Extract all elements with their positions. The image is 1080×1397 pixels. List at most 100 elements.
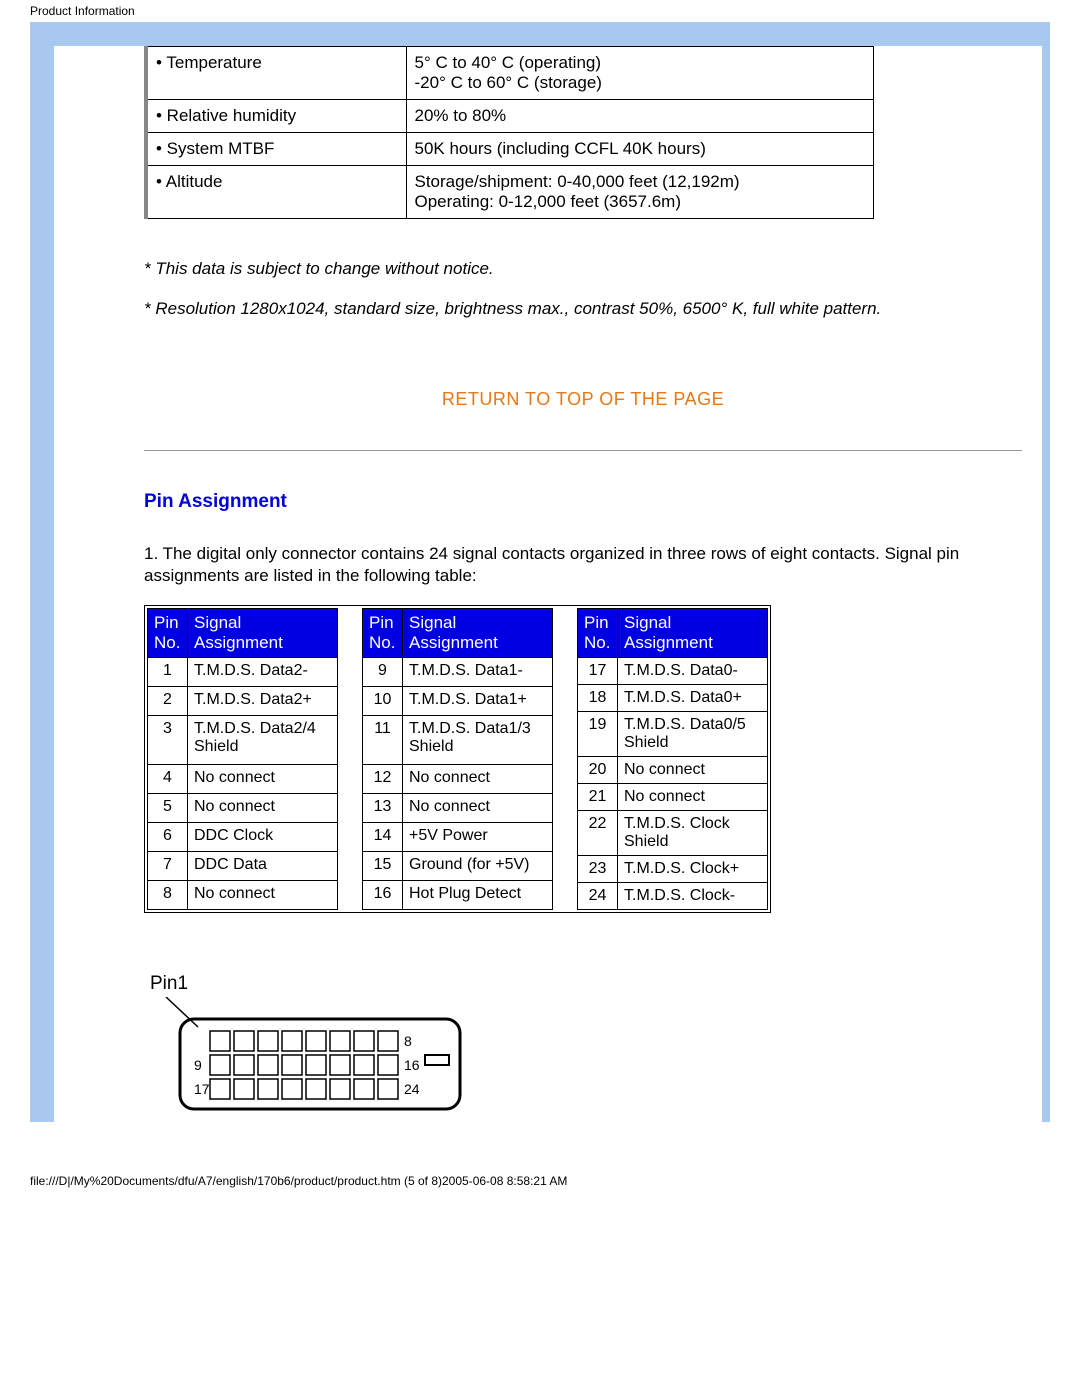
connector-diagram: 8 9 16 17 24 <box>150 997 1022 1122</box>
pin-number: 8 <box>148 881 188 910</box>
pin-number: 6 <box>148 822 188 851</box>
spec-value: 5° C to 40° C (operating) -20° C to 60° … <box>406 47 874 100</box>
table-row: 4No connect <box>148 764 338 793</box>
divider <box>144 450 1022 451</box>
pin-signal: T.M.D.S. Data0/5 Shield <box>618 712 768 757</box>
table-row: 2T.M.D.S. Data2+ <box>148 687 338 716</box>
pin-signal: T.M.D.S. Data1+ <box>403 687 553 716</box>
table-row: 8No connect <box>148 881 338 910</box>
pin-number: 14 <box>363 822 403 851</box>
pin-header-signal: SignalAssignment <box>403 609 553 658</box>
pin-signal: T.M.D.S. Data2/4 Shield <box>188 716 338 764</box>
pin-header-signal: SignalAssignment <box>188 609 338 658</box>
return-to-top-link[interactable]: RETURN TO TOP OF THE PAGE <box>442 389 724 409</box>
pin-signal: T.M.D.S. Data0- <box>618 658 768 685</box>
spec-value: Storage/shipment: 0-40,000 feet (12,192m… <box>406 166 874 219</box>
table-row: 15Ground (for +5V) <box>363 851 553 880</box>
pin-header-no: PinNo. <box>148 609 188 658</box>
pin-number: 11 <box>363 716 403 764</box>
spec-label: • System MTBF <box>146 133 406 166</box>
header-title: Product Information <box>30 4 135 18</box>
table-row: 20No connect <box>578 757 768 784</box>
svg-text:16: 16 <box>404 1057 420 1073</box>
table-row: 11T.M.D.S. Data1/3 Shield <box>363 716 553 764</box>
table-row: 3T.M.D.S. Data2/4 Shield <box>148 716 338 764</box>
content-frame: • Temperature5° C to 40° C (operating) -… <box>30 22 1050 1122</box>
pin-signal: T.M.D.S. Clock+ <box>618 856 768 883</box>
spec-label: • Relative humidity <box>146 100 406 133</box>
table-row: 9T.M.D.S. Data1- <box>363 658 553 687</box>
table-row: 23T.M.D.S. Clock+ <box>578 856 768 883</box>
pin-signal: T.M.D.S. Data1/3 Shield <box>403 716 553 764</box>
spec-value: 20% to 80% <box>406 100 874 133</box>
pin-table: PinNo.SignalAssignment1T.M.D.S. Data2-2T… <box>147 608 338 910</box>
pin-number: 12 <box>363 764 403 793</box>
pin-signal: DDC Clock <box>188 822 338 851</box>
spec-label: • Temperature <box>146 47 406 100</box>
table-row: 13No connect <box>363 793 553 822</box>
pin-header-signal: SignalAssignment <box>618 609 768 658</box>
table-row: 22T.M.D.S. Clock Shield <box>578 811 768 856</box>
pin-number: 18 <box>578 685 618 712</box>
pin-number: 3 <box>148 716 188 764</box>
pin-header-no: PinNo. <box>578 609 618 658</box>
svg-text:24: 24 <box>404 1081 420 1097</box>
spec-label: • Altitude <box>146 166 406 219</box>
pin-number: 5 <box>148 793 188 822</box>
svg-text:9: 9 <box>194 1057 202 1073</box>
table-row: 14+5V Power <box>363 822 553 851</box>
pin-number: 17 <box>578 658 618 685</box>
page-footer: file:///D|/My%20Documents/dfu/A7/english… <box>0 1162 1080 1200</box>
table-row: 6DDC Clock <box>148 822 338 851</box>
table-row: 12No connect <box>363 764 553 793</box>
table-row: 24T.M.D.S. Clock- <box>578 883 768 910</box>
pin-header-no: PinNo. <box>363 609 403 658</box>
pin-signal: Ground (for +5V) <box>403 851 553 880</box>
pin-signal: No connect <box>618 757 768 784</box>
pin-table: PinNo.SignalAssignment9T.M.D.S. Data1-10… <box>362 608 553 910</box>
pin-signal: T.M.D.S. Clock- <box>618 883 768 910</box>
table-row: 10T.M.D.S. Data1+ <box>363 687 553 716</box>
pin-signal: T.M.D.S. Data0+ <box>618 685 768 712</box>
pin-signal: No connect <box>188 793 338 822</box>
table-row: 19T.M.D.S. Data0/5 Shield <box>578 712 768 757</box>
pin-number: 7 <box>148 851 188 880</box>
pin-number: 2 <box>148 687 188 716</box>
pin-signal: No connect <box>618 784 768 811</box>
pin-signal: No connect <box>403 764 553 793</box>
table-row: • Relative humidity20% to 80% <box>146 100 874 133</box>
pin-signal: No connect <box>188 764 338 793</box>
table-row: • Temperature5° C to 40° C (operating) -… <box>146 47 874 100</box>
pin-number: 16 <box>363 881 403 910</box>
pin-signal: +5V Power <box>403 822 553 851</box>
pin-signal: No connect <box>403 793 553 822</box>
note-2: * Resolution 1280x1024, standard size, b… <box>144 299 1022 319</box>
pin-number: 19 <box>578 712 618 757</box>
pin-number: 1 <box>148 658 188 687</box>
page-header: Product Information <box>0 0 1080 22</box>
table-row: 17T.M.D.S. Data0- <box>578 658 768 685</box>
pin-number: 22 <box>578 811 618 856</box>
pin-table: PinNo.SignalAssignment17T.M.D.S. Data0-1… <box>577 608 768 910</box>
pin-signal: T.M.D.S. Data2+ <box>188 687 338 716</box>
pin-signal: No connect <box>188 881 338 910</box>
diagram-pin1-label: Pin1 <box>150 973 1022 995</box>
table-row: 21No connect <box>578 784 768 811</box>
pin-signal: T.M.D.S. Clock Shield <box>618 811 768 856</box>
spec-table: • Temperature5° C to 40° C (operating) -… <box>144 46 874 219</box>
pin-number: 20 <box>578 757 618 784</box>
pin-number: 9 <box>363 658 403 687</box>
section-title: Pin Assignment <box>144 491 1022 513</box>
pin-signal: T.M.D.S. Data2- <box>188 658 338 687</box>
svg-text:8: 8 <box>404 1033 412 1049</box>
svg-text:17: 17 <box>194 1081 210 1097</box>
spec-value: 50K hours (including CCFL 40K hours) <box>406 133 874 166</box>
table-row: 7DDC Data <box>148 851 338 880</box>
pin-signal: T.M.D.S. Data1- <box>403 658 553 687</box>
table-row: 5No connect <box>148 793 338 822</box>
table-row: 18T.M.D.S. Data0+ <box>578 685 768 712</box>
return-to-top: RETURN TO TOP OF THE PAGE <box>144 389 1022 410</box>
pin-tables: PinNo.SignalAssignment1T.M.D.S. Data2-2T… <box>144 605 771 913</box>
pin-number: 4 <box>148 764 188 793</box>
table-row: • AltitudeStorage/shipment: 0-40,000 fee… <box>146 166 874 219</box>
